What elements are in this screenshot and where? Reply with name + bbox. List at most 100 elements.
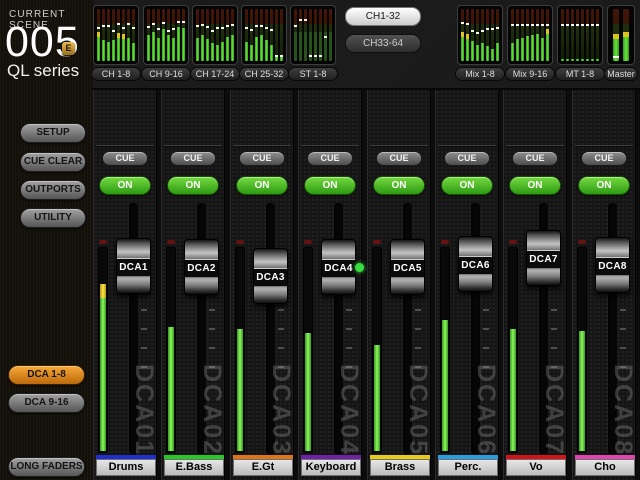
meter-peak-mark [586, 24, 589, 26]
on-button-dca7[interactable]: ON [509, 176, 561, 195]
left-panel: CURRENT SCENE 005 E QL series SETUPCUE C… [0, 0, 93, 480]
meter-peak-mark [270, 29, 273, 31]
channel-strip-dca4[interactable]: CUEONDCA4DCA04Keyboard [298, 90, 362, 480]
cue-button-dca5[interactable]: CUE [376, 151, 422, 166]
meter-bar [265, 9, 268, 61]
channel-name-vo[interactable]: Vo [506, 459, 566, 476]
sidebar-button-long-faders[interactable]: LONG FADERS [8, 457, 85, 477]
channel-strip-dca7[interactable]: CUEONDCA7DCA07Vo [503, 90, 567, 480]
meter-bar [147, 9, 150, 61]
channel-name-brass[interactable]: Brass [370, 459, 430, 476]
meter-bar [491, 9, 494, 61]
fader-knob-dca3[interactable]: DCA3 [253, 248, 288, 304]
cue-button-dca1[interactable]: CUE [102, 151, 148, 166]
fader-knob-dca7[interactable]: DCA7 [526, 230, 561, 286]
sidebar-button-cue-clear[interactable]: CUE CLEAR [20, 152, 86, 172]
fader-scale-tick [346, 309, 352, 311]
on-button-dca3[interactable]: ON [236, 176, 288, 195]
channel-strip-dca1[interactable]: CUEONDCA1DCA01Drums [93, 90, 157, 480]
meter-bar-fill [571, 59, 574, 61]
meter-bar-fill [216, 45, 219, 61]
meter-peak-mark [112, 30, 115, 32]
channel-strip-dca2[interactable]: CUEONDCA2DCA02E.Bass [161, 90, 225, 480]
meter-bar-yellow-tip [117, 33, 120, 38]
cue-button-dca7[interactable]: CUE [512, 151, 558, 166]
meter-bar [476, 9, 479, 61]
cue-button-dca2[interactable]: CUE [170, 151, 216, 166]
sidebar-button-outports[interactable]: OUTPORTS [20, 180, 86, 200]
meter-bar [329, 9, 332, 61]
meter-bar-fill [231, 35, 234, 61]
meter-block-ch-17-24[interactable] [192, 5, 238, 65]
sidebar-button-utility[interactable]: UTILITY [20, 208, 86, 228]
cue-button-dca8[interactable]: CUE [581, 151, 627, 166]
channel-strip-dca3[interactable]: CUEONDCA3DCA03E.Gt [230, 90, 294, 480]
meter-peak-mark [117, 23, 120, 25]
meter-peak-mark [581, 24, 584, 26]
channel-name-drums[interactable]: Drums [96, 459, 156, 476]
channel-name-perc[interactable]: Perc. [438, 459, 498, 476]
on-button-dca5[interactable]: ON [373, 176, 425, 195]
meter-bar [461, 9, 464, 61]
fader-knob-dca4[interactable]: DCA4 [321, 239, 356, 295]
channel-strip-dca8[interactable]: CUEONDCA8DCA08Cho [572, 90, 636, 480]
meter-block-mix-1-8[interactable] [457, 5, 503, 65]
meter-bar [132, 9, 135, 61]
fader-knob-dca8[interactable]: DCA8 [595, 237, 630, 293]
on-button-dca2[interactable]: ON [167, 176, 219, 195]
sidebar-button-dca-1-8[interactable]: DCA 1-8 [8, 365, 85, 385]
channel-name-cho[interactable]: Cho [575, 459, 635, 476]
bank-button-ch1-32[interactable]: CH1-32 [345, 7, 421, 26]
channel-strip-dca6[interactable]: CUEONDCA6DCA06Perc. [435, 90, 499, 480]
fader-knob-dca2[interactable]: DCA2 [184, 239, 219, 295]
cue-button-dca3[interactable]: CUE [239, 151, 285, 166]
meter-block-st-1-8[interactable] [290, 5, 336, 65]
meter-block-ch-1-8[interactable] [93, 5, 139, 65]
meter-block-ch-25-32[interactable] [241, 5, 287, 65]
bank-button-ch33-64[interactable]: CH33-64 [345, 34, 421, 53]
meter-bar [270, 9, 273, 61]
cue-button-dca4[interactable]: CUE [307, 151, 353, 166]
fader-knob-dca1[interactable]: DCA1 [116, 238, 151, 294]
meter-bar [177, 9, 180, 61]
meter-block-mt-1-8[interactable] [557, 5, 603, 65]
meter-bar-fill [566, 59, 569, 61]
meter-bar-fill [270, 45, 273, 61]
fader-knob-label: DCA2 [185, 259, 218, 278]
meter-block-ch-9-16[interactable] [143, 5, 189, 65]
on-button-dca6[interactable]: ON [441, 176, 493, 195]
strip-divider [575, 145, 633, 146]
meter-block-label-st-1-8: ST 1-8 [288, 67, 338, 81]
on-button-dca4[interactable]: ON [304, 176, 356, 195]
meter-bar-fill [226, 37, 229, 61]
fader-scale-tick [346, 328, 352, 330]
sidebar-button-dca-9-16[interactable]: DCA 9-16 [8, 393, 85, 413]
console-series-label: QL series [7, 61, 79, 81]
cue-button-dca6[interactable]: CUE [444, 151, 490, 166]
fader-knob-dca5[interactable]: DCA5 [390, 239, 425, 295]
meter-bar [613, 9, 619, 61]
meter-peak-mark [255, 25, 258, 27]
fader-knob-dca6[interactable]: DCA6 [458, 236, 493, 292]
meter-peak-led [304, 240, 312, 244]
meter-block-label-ch-9-16: CH 9-16 [141, 67, 191, 81]
on-button-dca1[interactable]: ON [99, 176, 151, 195]
meter-block-mix-9-16[interactable] [507, 5, 553, 65]
meter-block-master[interactable] [607, 5, 635, 65]
meter-bar-fill [329, 32, 332, 61]
strip-level-meter [235, 247, 245, 453]
strip-meter-fill [442, 320, 448, 451]
meter-bar-fill [541, 38, 544, 61]
meter-peak-mark [157, 28, 160, 30]
sidebar-button-setup[interactable]: SETUP [20, 123, 86, 143]
on-button-dca8[interactable]: ON [578, 176, 630, 195]
fader-scale-tick [415, 347, 421, 349]
meter-peak-mark [152, 23, 155, 25]
channel-name-e-gt[interactable]: E.Gt [233, 459, 293, 476]
meter-peak-led [99, 240, 107, 244]
channel-name-e-bass[interactable]: E.Bass [164, 459, 224, 476]
meter-peak-mark [461, 22, 464, 24]
channel-strip-dca5[interactable]: CUEONDCA5DCA05Brass [367, 90, 431, 480]
fader-scale-tick [620, 309, 626, 311]
channel-name-keyboard[interactable]: Keyboard [301, 459, 361, 476]
